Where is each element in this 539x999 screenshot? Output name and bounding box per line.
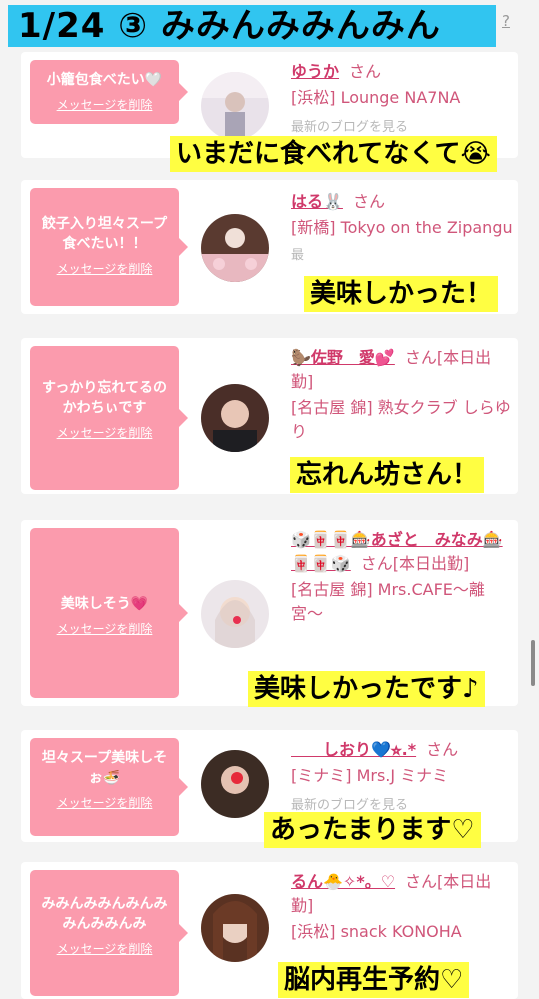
- help-link[interactable]: ?: [502, 12, 510, 30]
- cast-name-link[interactable]: 🦫佐野 愛💕: [291, 348, 395, 367]
- scrollbar[interactable]: [531, 640, 535, 686]
- profile-info: 🎲🀄🀄🎰あざと みなみ🎰🀄🀄🎲 さん[本日出勤] [名古屋 錦] Mrs.CAFE…: [291, 528, 513, 626]
- caption-overlay: 美味しかったです♪: [248, 671, 485, 707]
- profile-info: 🦫佐野 愛💕 さん[本日出勤] [名古屋 錦] 熟女クラブ しらゆり: [291, 346, 513, 444]
- cast-name-link[interactable]: しおり💙⭐︎.*: [291, 740, 416, 759]
- blog-link[interactable]: 最: [291, 244, 513, 268]
- message-bubble: 小籠包食べたい🤍 メッセージを削除: [30, 60, 188, 124]
- delete-message-link[interactable]: メッセージを削除: [38, 620, 171, 637]
- page: 1/24 ③ みみんみみんみん ? 小籠包食べたい🤍 メッセージを削除 ゆうかさ…: [0, 0, 539, 999]
- cast-name-link[interactable]: るん🐣✧*。♡: [291, 872, 395, 891]
- message-text: 坦々スープ美味しそぉ🍜: [41, 750, 168, 786]
- caption-overlay: 美味しかった！: [304, 276, 499, 312]
- avatar-photo: [201, 214, 269, 282]
- avatar[interactable]: [201, 384, 269, 452]
- avatar[interactable]: [201, 214, 269, 282]
- caption-overlay: いまだに食べれてなくて😭: [170, 136, 497, 172]
- caption-overlay: 忘れん坊さん！: [290, 457, 485, 493]
- title-banner: 1/24 ③ みみんみみんみん: [8, 5, 496, 47]
- message-bubble: 餃子入り坦々スープ食べたい！！ メッセージを削除: [30, 188, 188, 306]
- profile-info: しおり💙⭐︎.* さん [ミナミ] Mrs.J ミナミ 最新のブログを見る: [291, 738, 513, 818]
- avatar-photo: [201, 580, 269, 648]
- venue-text: [新橋] Tokyo on the Zipangu: [291, 218, 513, 237]
- message-bubble: すっかり忘れてるのかわちぃです メッセージを削除: [30, 346, 188, 490]
- profile-info: ゆうか さん [浜松] Lounge NA7NA 最新のブログを見る: [291, 60, 513, 140]
- message-bubble: みみんみみんみんみみんみみんみ メッセージを削除: [30, 870, 188, 996]
- honorific: さん: [349, 62, 382, 81]
- message-bubble: 美味しそう💗 メッセージを削除: [30, 528, 188, 698]
- message-text: 美味しそう💗: [60, 596, 149, 612]
- delete-message-link[interactable]: メッセージを削除: [38, 940, 171, 957]
- profile-info: はる🐰 さん [新橋] Tokyo on the Zipangu 最: [291, 190, 513, 268]
- message-text: 小籠包食べたい🤍: [46, 72, 163, 88]
- venue-text: [名古屋 錦] Mrs.CAFE〜離宮〜: [291, 580, 485, 623]
- message-text: 餃子入り坦々スープ食べたい！！: [41, 216, 168, 252]
- avatar-photo: [201, 72, 269, 140]
- honorific: さん: [352, 192, 385, 211]
- venue-text: [名古屋 錦] 熟女クラブ しらゆり: [291, 398, 511, 441]
- delete-message-link[interactable]: メッセージを削除: [38, 260, 171, 277]
- cast-name-link[interactable]: はる🐰: [291, 192, 343, 211]
- avatar[interactable]: [201, 894, 269, 962]
- honorific: さん[本日出勤]: [360, 554, 470, 573]
- avatar[interactable]: [201, 580, 269, 648]
- venue-text: [ミナミ] Mrs.J ミナミ: [291, 766, 449, 785]
- cast-name-link[interactable]: ゆうか: [291, 62, 339, 81]
- message-text: すっかり忘れてるのかわちぃです: [41, 380, 168, 416]
- venue-text: [浜松] Lounge NA7NA: [291, 88, 461, 107]
- delete-message-link[interactable]: メッセージを削除: [38, 96, 171, 113]
- message-bubble: 坦々スープ美味しそぉ🍜 メッセージを削除: [30, 738, 188, 836]
- avatar[interactable]: [201, 72, 269, 140]
- delete-message-link[interactable]: メッセージを削除: [38, 424, 171, 441]
- message-text: みみんみみんみんみみんみみんみ: [41, 896, 168, 932]
- avatar[interactable]: [201, 750, 269, 818]
- avatar-photo: [201, 894, 269, 962]
- avatar-photo: [201, 750, 269, 818]
- honorific: さん: [426, 740, 459, 759]
- avatar-photo: [201, 384, 269, 452]
- caption-overlay: あったまります♡: [264, 812, 481, 848]
- delete-message-link[interactable]: メッセージを削除: [38, 794, 171, 811]
- venue-text: [浜松] snack KONOHA: [291, 922, 462, 941]
- profile-info: るん🐣✧*。♡ さん[本日出勤] [浜松] snack KONOHA: [291, 870, 513, 944]
- caption-overlay: 脳内再生予約♡: [278, 962, 470, 998]
